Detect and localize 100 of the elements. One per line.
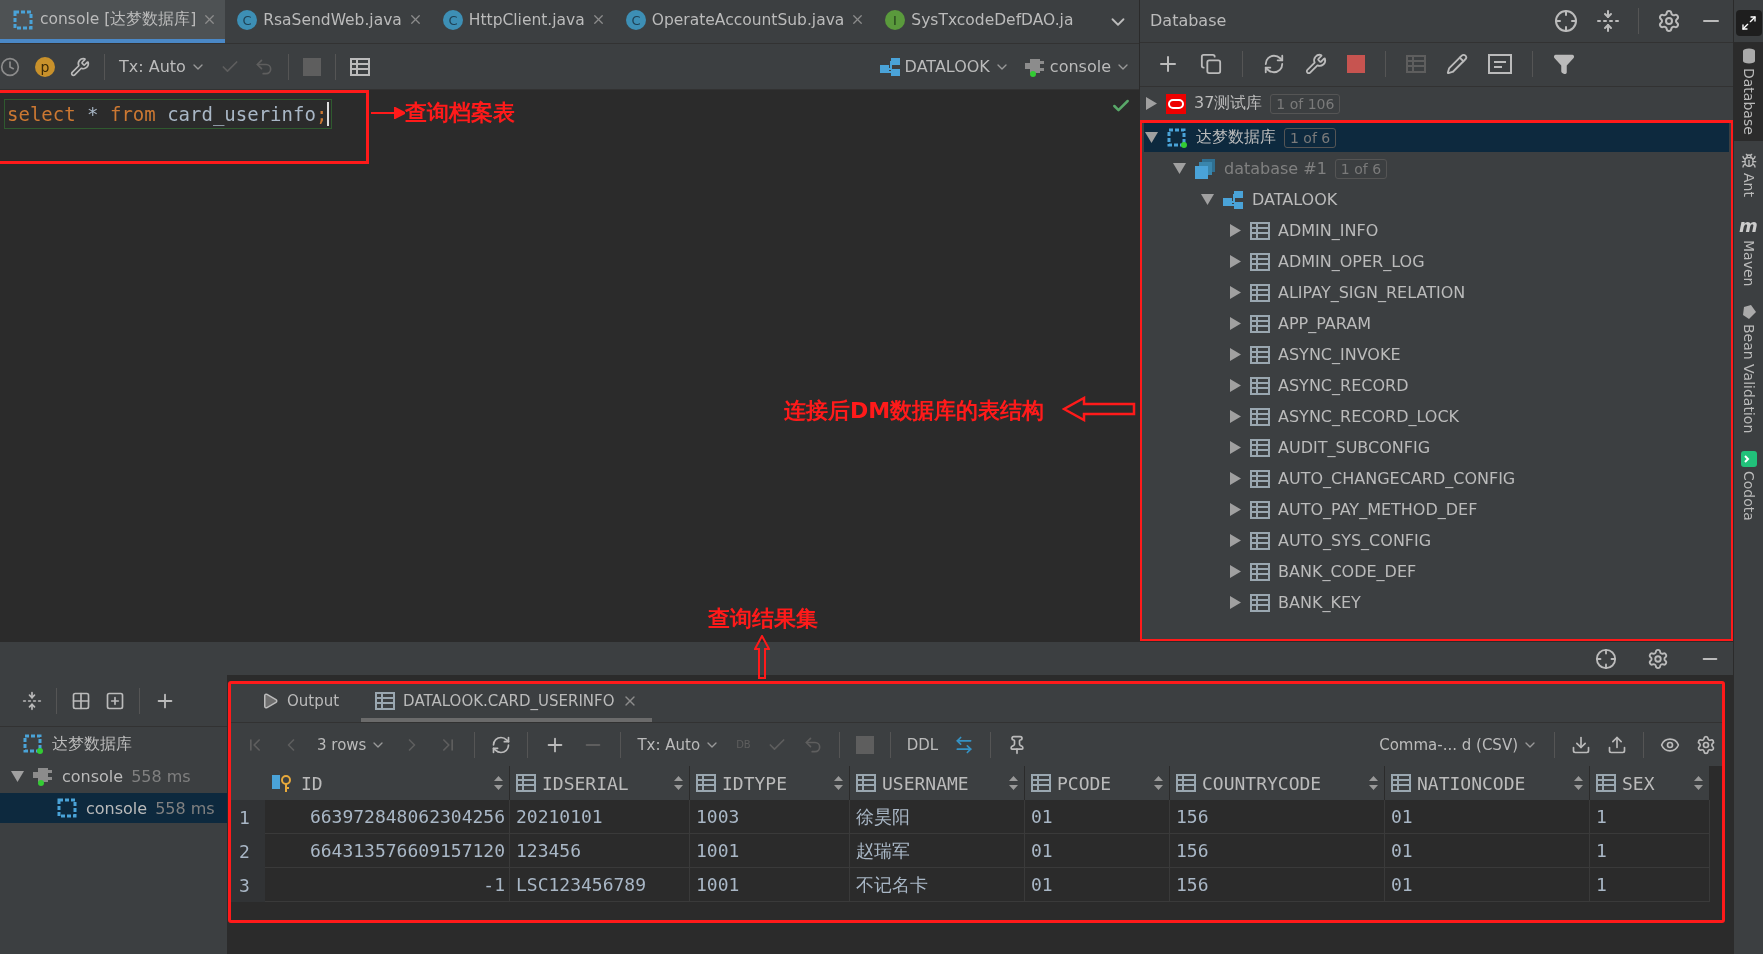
- sort-icon[interactable]: [1694, 776, 1703, 790]
- filter-icon[interactable]: [1553, 53, 1575, 76]
- schema-icon: [1222, 189, 1244, 210]
- sort-icon[interactable]: [1154, 776, 1163, 790]
- tree-item[interactable]: ASYNC_RECORD_LOCK: [1144, 402, 1729, 431]
- result-tab[interactable]: Output: [247, 684, 354, 722]
- copy-icon[interactable]: [1200, 53, 1222, 76]
- tree-item[interactable]: ASYNC_RECORD: [1144, 371, 1729, 400]
- collapse-all-icon[interactable]: [1596, 8, 1620, 33]
- transaction-dropdown[interactable]: Tx: Auto: [119, 57, 206, 76]
- sort-icon[interactable]: [1574, 776, 1583, 790]
- datasource-dropdown[interactable]: DATALOOK: [878, 56, 1010, 77]
- sort-icon[interactable]: [834, 776, 843, 790]
- maximize-button[interactable]: [1735, 10, 1762, 36]
- stop-icon[interactable]: [1347, 55, 1365, 74]
- tool-window-button[interactable]: Bean Validation: [1733, 298, 1763, 440]
- tree-item[interactable]: console 558 ms: [0, 761, 227, 791]
- expand-arrow-icon[interactable]: [1145, 97, 1157, 110]
- column-header[interactable]: IDTYPE: [690, 766, 850, 800]
- tool-window-button[interactable]: m Maven: [1733, 208, 1763, 293]
- expand-arrow-icon[interactable]: [1229, 503, 1241, 516]
- tool-window-button[interactable]: Codota: [1733, 445, 1763, 528]
- expand-arrow-icon[interactable]: [1229, 565, 1241, 578]
- collapse-arrow-icon[interactable]: [1200, 194, 1214, 205]
- expand-arrow-icon[interactable]: [1229, 317, 1241, 330]
- settings-icon[interactable]: [1657, 8, 1681, 33]
- ddl-button[interactable]: DDL: [906, 735, 939, 754]
- tree-item[interactable]: ADMIN_OPER_LOG: [1144, 247, 1729, 276]
- table-cell: 123456: [510, 834, 690, 868]
- tree-item[interactable]: console 558 ms: [0, 793, 227, 823]
- console-icon[interactable]: [1488, 54, 1512, 75]
- tree-item[interactable]: AUDIT_SUBCONFIG: [1144, 433, 1729, 462]
- tree-item[interactable]: BANK_CODE_DEF: [1144, 557, 1729, 586]
- wrench-icon[interactable]: [1305, 53, 1327, 76]
- tool-window-button[interactable]: Ant: [1733, 146, 1763, 203]
- expand-arrow-icon[interactable]: [1229, 441, 1241, 454]
- expand-arrow-icon[interactable]: [1229, 534, 1241, 547]
- table-icon: [1406, 55, 1426, 74]
- expand-arrow-icon[interactable]: [1229, 224, 1241, 237]
- editor-tab[interactable]: I SysTxcodeDefDAO.ja: [873, 0, 1082, 43]
- sort-icon[interactable]: [494, 776, 503, 790]
- expand-arrow-icon[interactable]: [1229, 410, 1241, 423]
- p-icon[interactable]: p: [34, 55, 56, 78]
- tree-item[interactable]: 37测试库 1 of 106: [1144, 89, 1729, 118]
- collapse-arrow-icon[interactable]: [1172, 163, 1186, 174]
- tree-item[interactable]: BANK_KEY: [1144, 588, 1729, 617]
- download-icon[interactable]: [1571, 734, 1591, 755]
- session-dropdown[interactable]: console: [1023, 56, 1131, 77]
- transaction-dropdown[interactable]: Tx: Auto: [637, 735, 721, 754]
- column-header[interactable]: NATIONCODE: [1385, 766, 1590, 800]
- editor-tab[interactable]: C HttpClient.java: [430, 0, 614, 43]
- editor-tab[interactable]: console [达梦数据库]: [0, 0, 226, 43]
- tree-item[interactable]: AUTO_SYS_CONFIG: [1144, 526, 1729, 555]
- add-service-icon[interactable]: [105, 690, 125, 711]
- group-icon[interactable]: [71, 690, 91, 711]
- crosshair-icon[interactable]: [1595, 647, 1617, 670]
- collapse-arrow-icon[interactable]: [10, 770, 24, 782]
- class-icon: C: [442, 9, 463, 30]
- column-header[interactable]: ID: [265, 766, 510, 800]
- tool-window-button[interactable]: Database: [1733, 42, 1763, 141]
- edit-icon[interactable]: [1446, 53, 1468, 76]
- sort-icon[interactable]: [1009, 776, 1018, 790]
- tree-item[interactable]: ALIPAY_SIGN_RELATION: [1144, 278, 1729, 307]
- editor-tab[interactable]: C RsaSendWeb.java: [225, 0, 431, 43]
- wrench-icon[interactable]: [70, 56, 90, 77]
- column-header[interactable]: COUNTRYCODE: [1170, 766, 1385, 800]
- expand-arrow-icon[interactable]: [1229, 472, 1241, 485]
- rows-dropdown[interactable]: 3 rows: [317, 735, 387, 754]
- table-cell: 不记名卡: [850, 868, 1025, 902]
- column-header[interactable]: USERNAME: [850, 766, 1025, 800]
- sort-icon[interactable]: [1369, 776, 1378, 790]
- expand-arrow-icon[interactable]: [1229, 379, 1241, 392]
- editor-tab[interactable]: C OperateAccountSub.java: [613, 0, 874, 43]
- history-icon[interactable]: [0, 56, 20, 77]
- expand-arrow-icon[interactable]: [1229, 348, 1241, 361]
- tree-item[interactable]: ADMIN_INFO: [1144, 216, 1729, 245]
- format-dropdown[interactable]: Comma-... d (CSV): [1379, 735, 1538, 754]
- crosshair-icon[interactable]: [1554, 8, 1578, 33]
- tree-item[interactable]: ASYNC_INVOKE: [1144, 340, 1729, 369]
- settings-icon[interactable]: [1696, 734, 1716, 755]
- column-header[interactable]: SEX: [1590, 766, 1710, 800]
- tree-item[interactable]: AUTO_CHANGECARD_CONFIG: [1144, 464, 1729, 493]
- collapse-arrow-icon[interactable]: [1144, 132, 1158, 143]
- expand-arrow-icon[interactable]: [1229, 596, 1241, 609]
- refresh-icon[interactable]: [491, 734, 512, 755]
- tree-item[interactable]: DATALOOK: [1144, 185, 1729, 214]
- upload-icon[interactable]: [1607, 734, 1627, 755]
- sort-icon[interactable]: [674, 776, 683, 790]
- column-header[interactable]: PCODE: [1025, 766, 1170, 800]
- refresh-icon[interactable]: [1263, 53, 1285, 76]
- tree-item[interactable]: AUTO_PAY_METHOD_DEF: [1144, 495, 1729, 524]
- tree-item[interactable]: APP_PARAM: [1144, 309, 1729, 338]
- tree-item[interactable]: 达梦数据库 1 of 6: [1144, 123, 1729, 152]
- table-icon: [1250, 531, 1270, 550]
- column-header[interactable]: IDSERIAL: [510, 766, 690, 800]
- expand-arrow-icon[interactable]: [1229, 255, 1241, 268]
- tree-item[interactable]: 达梦数据库: [0, 729, 227, 759]
- expand-arrow-icon[interactable]: [1229, 286, 1241, 299]
- settings-icon[interactable]: [1647, 647, 1669, 670]
- collapse-all-icon[interactable]: [22, 690, 42, 711]
